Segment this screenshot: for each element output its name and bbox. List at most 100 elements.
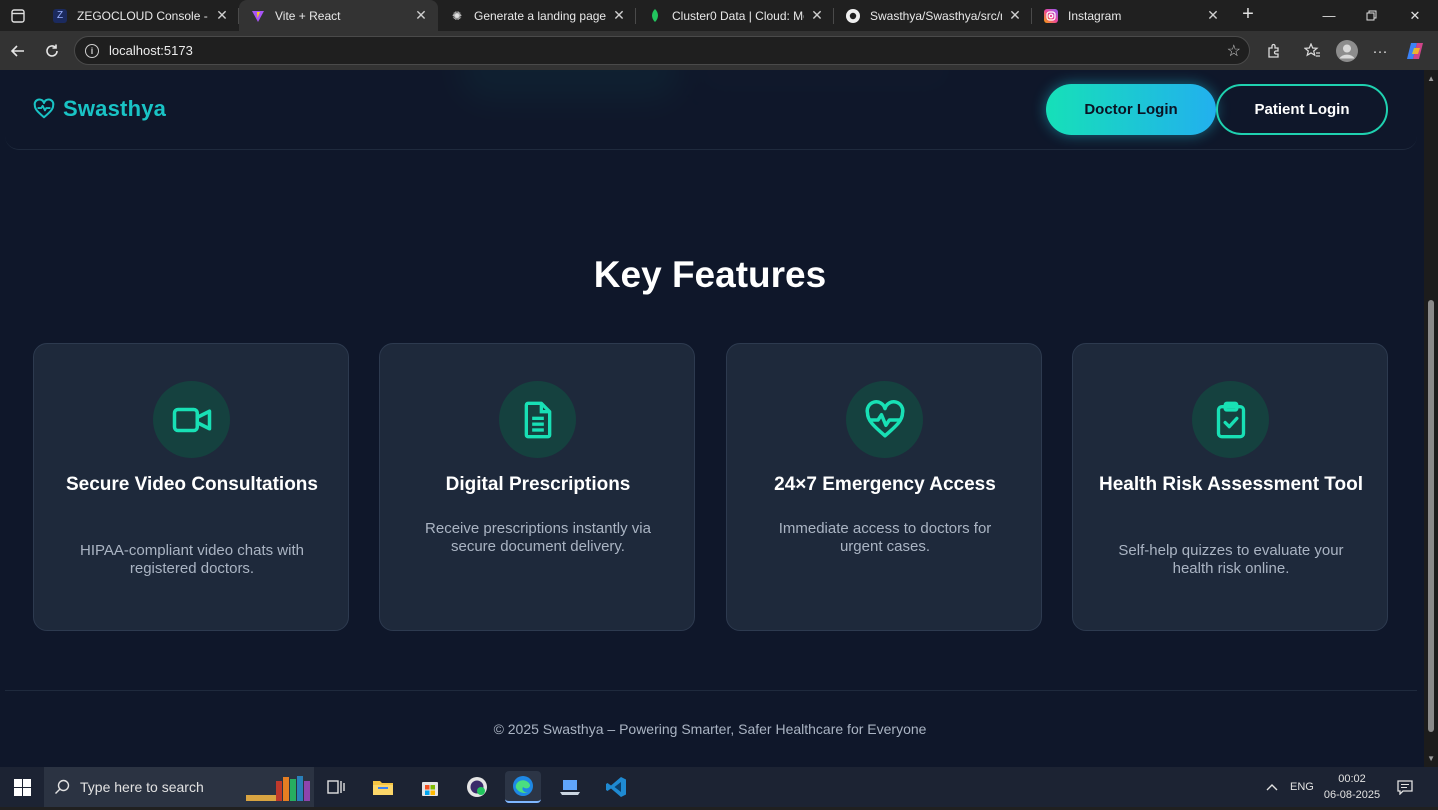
new-tab-button[interactable]: + xyxy=(1236,3,1260,27)
profile-avatar-icon[interactable] xyxy=(1334,38,1360,64)
brand-name: Swasthya xyxy=(63,96,167,121)
task-view-button[interactable] xyxy=(318,771,354,803)
footer-divider xyxy=(5,690,1417,691)
reload-icon xyxy=(46,44,58,57)
url-text: localhost:5173 xyxy=(109,43,193,58)
tab-title: Vite + React xyxy=(275,8,341,23)
restore-icon xyxy=(1366,10,1376,21)
chevron-up-icon xyxy=(1266,784,1278,791)
instagram-icon xyxy=(1044,8,1058,23)
microsoft-store-button[interactable] xyxy=(412,771,448,803)
scrollbar-thumb[interactable] xyxy=(1428,300,1434,732)
favorites-icon[interactable] xyxy=(1299,38,1325,64)
document-icon xyxy=(499,381,576,458)
page-viewport: Swasthya Doctor Login Patient Login Key … xyxy=(0,70,1438,767)
browser-tab-active[interactable]: Vite + React ✕ xyxy=(239,0,438,31)
file-explorer-button[interactable] xyxy=(365,771,401,803)
folder-icon xyxy=(373,781,393,795)
edge-icon xyxy=(513,776,533,796)
minimize-button[interactable]: — xyxy=(1308,0,1350,31)
close-icon[interactable]: ✕ xyxy=(215,7,229,24)
tab-actions-icon xyxy=(11,8,25,23)
tab-title: Swasthya/Swasthya/src/main xyxy=(870,8,1002,23)
feature-card: Secure Video Consultations HIPAA-complia… xyxy=(33,343,349,631)
heart-pulse-icon xyxy=(846,381,923,458)
site-info-icon[interactable]: i xyxy=(85,43,99,58)
remote-desktop-button[interactable] xyxy=(552,771,588,803)
more-options-icon[interactable]: ··· xyxy=(1367,38,1393,64)
github-desktop-button[interactable] xyxy=(459,771,495,803)
video-camera-icon xyxy=(153,381,230,458)
task-view-icon xyxy=(327,780,345,794)
feature-title: Health Risk Assessment Tool xyxy=(1099,474,1363,495)
browser-tab[interactable]: Z ZEGOCLOUD Console - Proje ✕ xyxy=(41,0,239,31)
scroll-up-arrow-icon[interactable]: ▲ xyxy=(1427,74,1435,83)
address-bar[interactable]: i localhost:5173 ☆ xyxy=(74,36,1250,65)
feature-description: Receive prescriptions instantly via secu… xyxy=(425,520,651,555)
mongodb-icon xyxy=(648,8,662,23)
taskbar-search-box[interactable]: Type here to search xyxy=(44,767,314,807)
back-arrow-icon xyxy=(10,45,24,57)
books-highlight-icon xyxy=(242,773,312,810)
browser-tab[interactable]: Swasthya/Swasthya/src/main ✕ xyxy=(834,0,1032,31)
feature-card: Digital Prescriptions Receive prescripti… xyxy=(379,343,695,631)
close-icon[interactable]: ✕ xyxy=(414,7,428,24)
extensions-icon[interactable] xyxy=(1261,38,1287,64)
feature-title: 24×7 Emergency Access xyxy=(774,474,996,495)
feature-card: Health Risk Assessment Tool Self-help qu… xyxy=(1072,343,1388,631)
heart-pulse-logo-icon xyxy=(33,98,55,119)
close-icon[interactable]: ✕ xyxy=(810,7,824,24)
scroll-down-arrow-icon[interactable]: ▼ xyxy=(1427,754,1435,763)
footer-copyright: © 2025 Swasthya – Powering Smarter, Safe… xyxy=(493,721,927,737)
store-icon xyxy=(422,782,438,796)
favorite-star-icon[interactable]: ☆ xyxy=(1227,41,1241,61)
back-button[interactable] xyxy=(5,38,31,64)
tab-title: ZEGOCLOUD Console - Proje xyxy=(77,8,209,23)
site-header: Swasthya Doctor Login Patient Login xyxy=(5,70,1417,150)
vscode-icon xyxy=(606,777,626,797)
feature-description: HIPAA-compliant video chats with registe… xyxy=(80,542,304,577)
close-icon[interactable]: ✕ xyxy=(1206,7,1220,24)
search-icon xyxy=(55,779,70,794)
github-icon xyxy=(846,8,860,23)
browser-tab[interactable]: ✺ Generate a landing page of ✕ xyxy=(438,0,636,31)
clock-date: 06-08-2025 xyxy=(1323,789,1381,801)
edge-browser-button[interactable] xyxy=(505,771,541,803)
restore-button[interactable] xyxy=(1350,0,1392,31)
brand-logo[interactable]: Swasthya xyxy=(33,96,166,122)
clipboard-check-icon xyxy=(1192,381,1269,458)
close-icon[interactable]: ✕ xyxy=(612,7,626,24)
feature-title: Secure Video Consultations xyxy=(66,474,318,495)
browser-tab[interactable]: Cluster0 Data | Cloud: Mong ✕ xyxy=(636,0,834,31)
vite-icon xyxy=(251,9,265,23)
scrollbar[interactable]: ▲ ▼ xyxy=(1424,70,1438,767)
feature-description: Self-help quizzes to evaluate your healt… xyxy=(1118,542,1344,577)
chatgpt-icon: ✺ xyxy=(451,8,463,23)
patient-login-button[interactable]: Patient Login xyxy=(1216,84,1388,135)
system-clock[interactable]: 00:02 06-08-2025 xyxy=(1318,771,1386,803)
close-icon[interactable]: ✕ xyxy=(1008,7,1022,24)
doctor-login-button[interactable]: Doctor Login xyxy=(1046,84,1216,135)
copilot-icon[interactable] xyxy=(1402,38,1428,64)
zegocloud-icon: Z xyxy=(53,8,67,23)
tab-title: Cluster0 Data | Cloud: Mong xyxy=(672,8,804,23)
feature-description: Immediate access to doctors for urgent c… xyxy=(778,520,992,555)
reload-button[interactable] xyxy=(39,38,65,64)
show-hidden-icons-button[interactable] xyxy=(1265,767,1279,807)
laptop-icon xyxy=(560,780,580,795)
windows-logo-icon xyxy=(13,778,31,796)
close-window-button[interactable]: ✕ xyxy=(1394,0,1436,31)
feature-title: Digital Prescriptions xyxy=(445,474,631,495)
notifications-button[interactable] xyxy=(1397,767,1413,807)
section-title: Key Features xyxy=(593,254,827,295)
vscode-button[interactable] xyxy=(598,771,634,803)
tab-actions-button[interactable] xyxy=(0,0,36,31)
tab-title: Instagram xyxy=(1068,8,1122,23)
tab-title: Generate a landing page of xyxy=(474,8,606,23)
github-desktop-icon xyxy=(467,777,487,797)
language-indicator[interactable]: ENG xyxy=(1290,767,1314,807)
start-button[interactable] xyxy=(0,767,44,807)
browser-tab[interactable]: Instagram ✕ xyxy=(1032,0,1230,31)
browser-tab-bar: Z ZEGOCLOUD Console - Proje ✕ Vite + Rea… xyxy=(0,0,1438,31)
search-placeholder: Type here to search xyxy=(80,779,204,795)
